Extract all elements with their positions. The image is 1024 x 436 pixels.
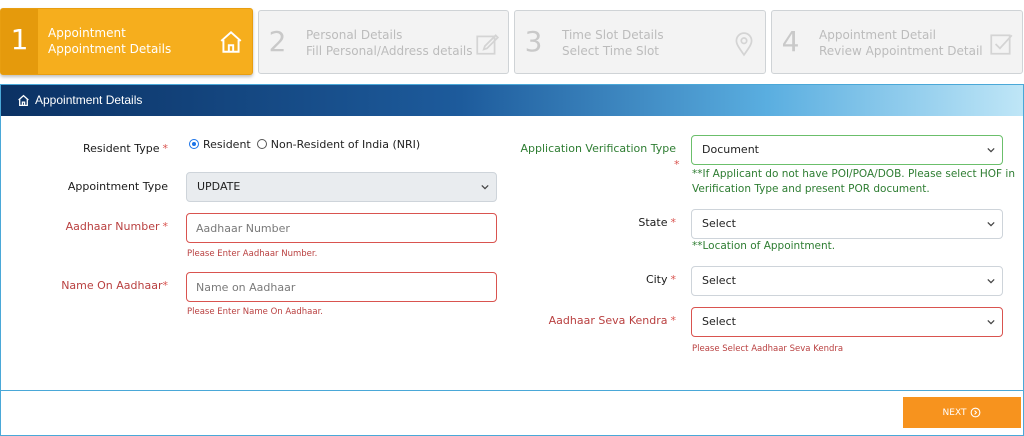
checkbox-icon [990,34,1013,55]
next-button-label: NEXT [942,407,967,418]
state-label: State * [638,216,676,229]
name-on-aadhaar-label: Name On Aadhaar* [61,279,168,292]
appointment-type-label: Appointment Type [67,180,168,193]
name-on-aadhaar-label-text: Name On Aadhaar [61,279,163,292]
required-marker: * [670,273,677,286]
seva-kendra-label: Aadhaar Seva Kendra * [549,314,676,327]
resident-type-radio-group: Resident Non-Resident of India (NRI) [189,137,426,151]
step-number: 1 [1,9,38,74]
verification-type-select[interactable]: Document [691,135,1003,165]
city-label-text: City [645,273,668,286]
required-marker: * [674,158,680,171]
step-subtitle: Review Appointment Detail [819,44,983,58]
required-marker: * [670,216,677,229]
city-select[interactable]: Select [691,266,1003,296]
verification-type-value: Document [702,143,759,156]
seva-kendra-select[interactable]: Select [691,307,1003,337]
arrow-circle-right-icon [971,407,981,418]
appointment-type-value: UPDATE [197,180,241,193]
step-number: 2 [268,25,287,58]
step-title: Time Slot Details [562,28,664,42]
aadhaar-number-error: Please Enter Aadhaar Number. [187,249,318,259]
step-time-slot[interactable]: 3 Time Slot Details Select Time Slot [514,10,766,74]
home-icon [18,94,29,107]
resident-type-label-text: Resident Type [82,142,160,155]
appointment-type-select[interactable]: UPDATE [186,172,497,202]
required-marker: * [162,279,169,292]
name-on-aadhaar-input[interactable] [186,272,497,302]
resident-radio[interactable] [189,139,199,149]
state-label-text: State [638,216,668,229]
step-subtitle: Fill Personal/Address details [306,44,473,58]
seva-kendra-value: Select [702,315,736,328]
panel-header: Appointment Details [1,85,1023,116]
aadhaar-number-input[interactable] [186,213,497,243]
resident-type-label: Resident Type * [83,142,168,155]
verification-type-note: **If Applicant do not have POI/POA/DOB. … [692,168,1016,195]
aadhaar-number-label: Aadhaar Number * [66,220,168,233]
required-marker: * [162,220,169,233]
resident-radio-label[interactable]: Resident [203,138,251,151]
edit-icon [476,34,500,55]
city-label: City * [646,273,676,286]
step-subtitle: Appointment Details [48,42,172,56]
wizard-stepper: 1 Appointment Appointment Details 2 Pers… [0,8,1024,75]
appointment-details-panel: Appointment Details Resident Type * Resid… [0,84,1024,436]
chevron-down-icon [481,184,489,190]
seva-kendra-label-text: Aadhaar Seva Kendra [548,314,668,327]
required-marker: * [670,314,677,327]
step-title: Personal Details [306,28,403,42]
next-button[interactable]: NEXT [903,397,1021,428]
state-note: **Location of Appointment. [692,240,836,252]
step-number: 4 [781,25,800,58]
step-appointment-detail[interactable]: 4 Appointment Detail Review Appointment … [771,10,1023,74]
step-personal-details[interactable]: 2 Personal Details Fill Personal/Address… [258,10,509,74]
chevron-down-icon [987,278,995,284]
step-appointment[interactable]: 1 Appointment Appointment Details [0,8,253,75]
state-select[interactable]: Select [691,209,1003,239]
state-value: Select [702,217,736,230]
chevron-down-icon [987,221,995,227]
step-title: Appointment [48,26,126,40]
step-number: 3 [524,25,543,58]
panel-title: Appointment Details [35,93,143,107]
step-subtitle: Select Time Slot [562,44,660,58]
name-on-aadhaar-error: Please Enter Name On Aadhaar. [187,307,323,317]
nri-radio[interactable] [256,139,267,149]
aadhaar-number-label-text: Aadhaar Number [65,220,160,233]
chevron-down-icon [987,319,995,325]
city-value: Select [702,274,736,287]
verification-type-label: Application Verification Type [520,142,676,155]
location-pin-icon [735,32,753,57]
home-icon [220,30,242,53]
nri-radio-label[interactable]: Non-Resident of India (NRI) [271,138,420,151]
footer-divider [1,390,1023,391]
chevron-down-icon [987,147,995,153]
required-marker: * [162,142,169,155]
step-title: Appointment Detail [819,28,936,42]
seva-kendra-error: Please Select Aadhaar Seva Kendra [692,344,844,354]
